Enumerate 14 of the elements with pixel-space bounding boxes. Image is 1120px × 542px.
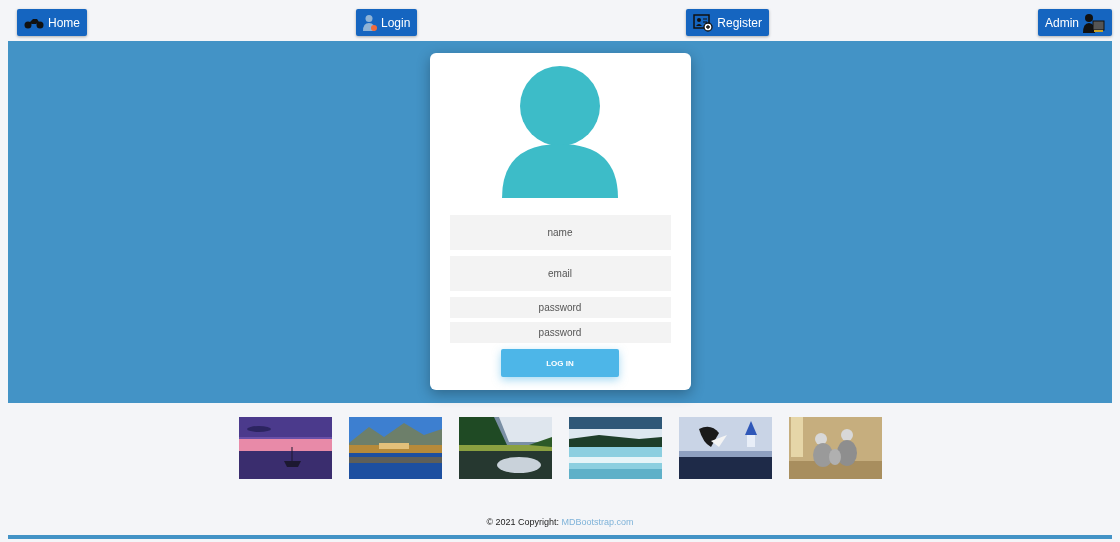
password-field[interactable]: password <box>449 297 671 318</box>
password-field[interactable]: password <box>449 322 671 343</box>
user-icon <box>363 13 377 32</box>
login-button[interactable]: Login <box>356 9 418 36</box>
avatar-icon <box>500 66 620 198</box>
copyright-text: © 2021 Copyright: MDBootstrap.com <box>486 517 634 529</box>
text-field[interactable]: name <box>449 215 671 250</box>
id-card-icon <box>693 13 714 32</box>
register-button[interactable]: Register <box>686 9 769 36</box>
admin-button[interactable]: Admin <box>1038 9 1112 36</box>
text-field[interactable]: email <box>449 256 671 291</box>
motorcycle-icon <box>24 16 44 29</box>
user-computer-icon <box>1083 12 1105 33</box>
home-button[interactable]: Home <box>17 9 87 36</box>
